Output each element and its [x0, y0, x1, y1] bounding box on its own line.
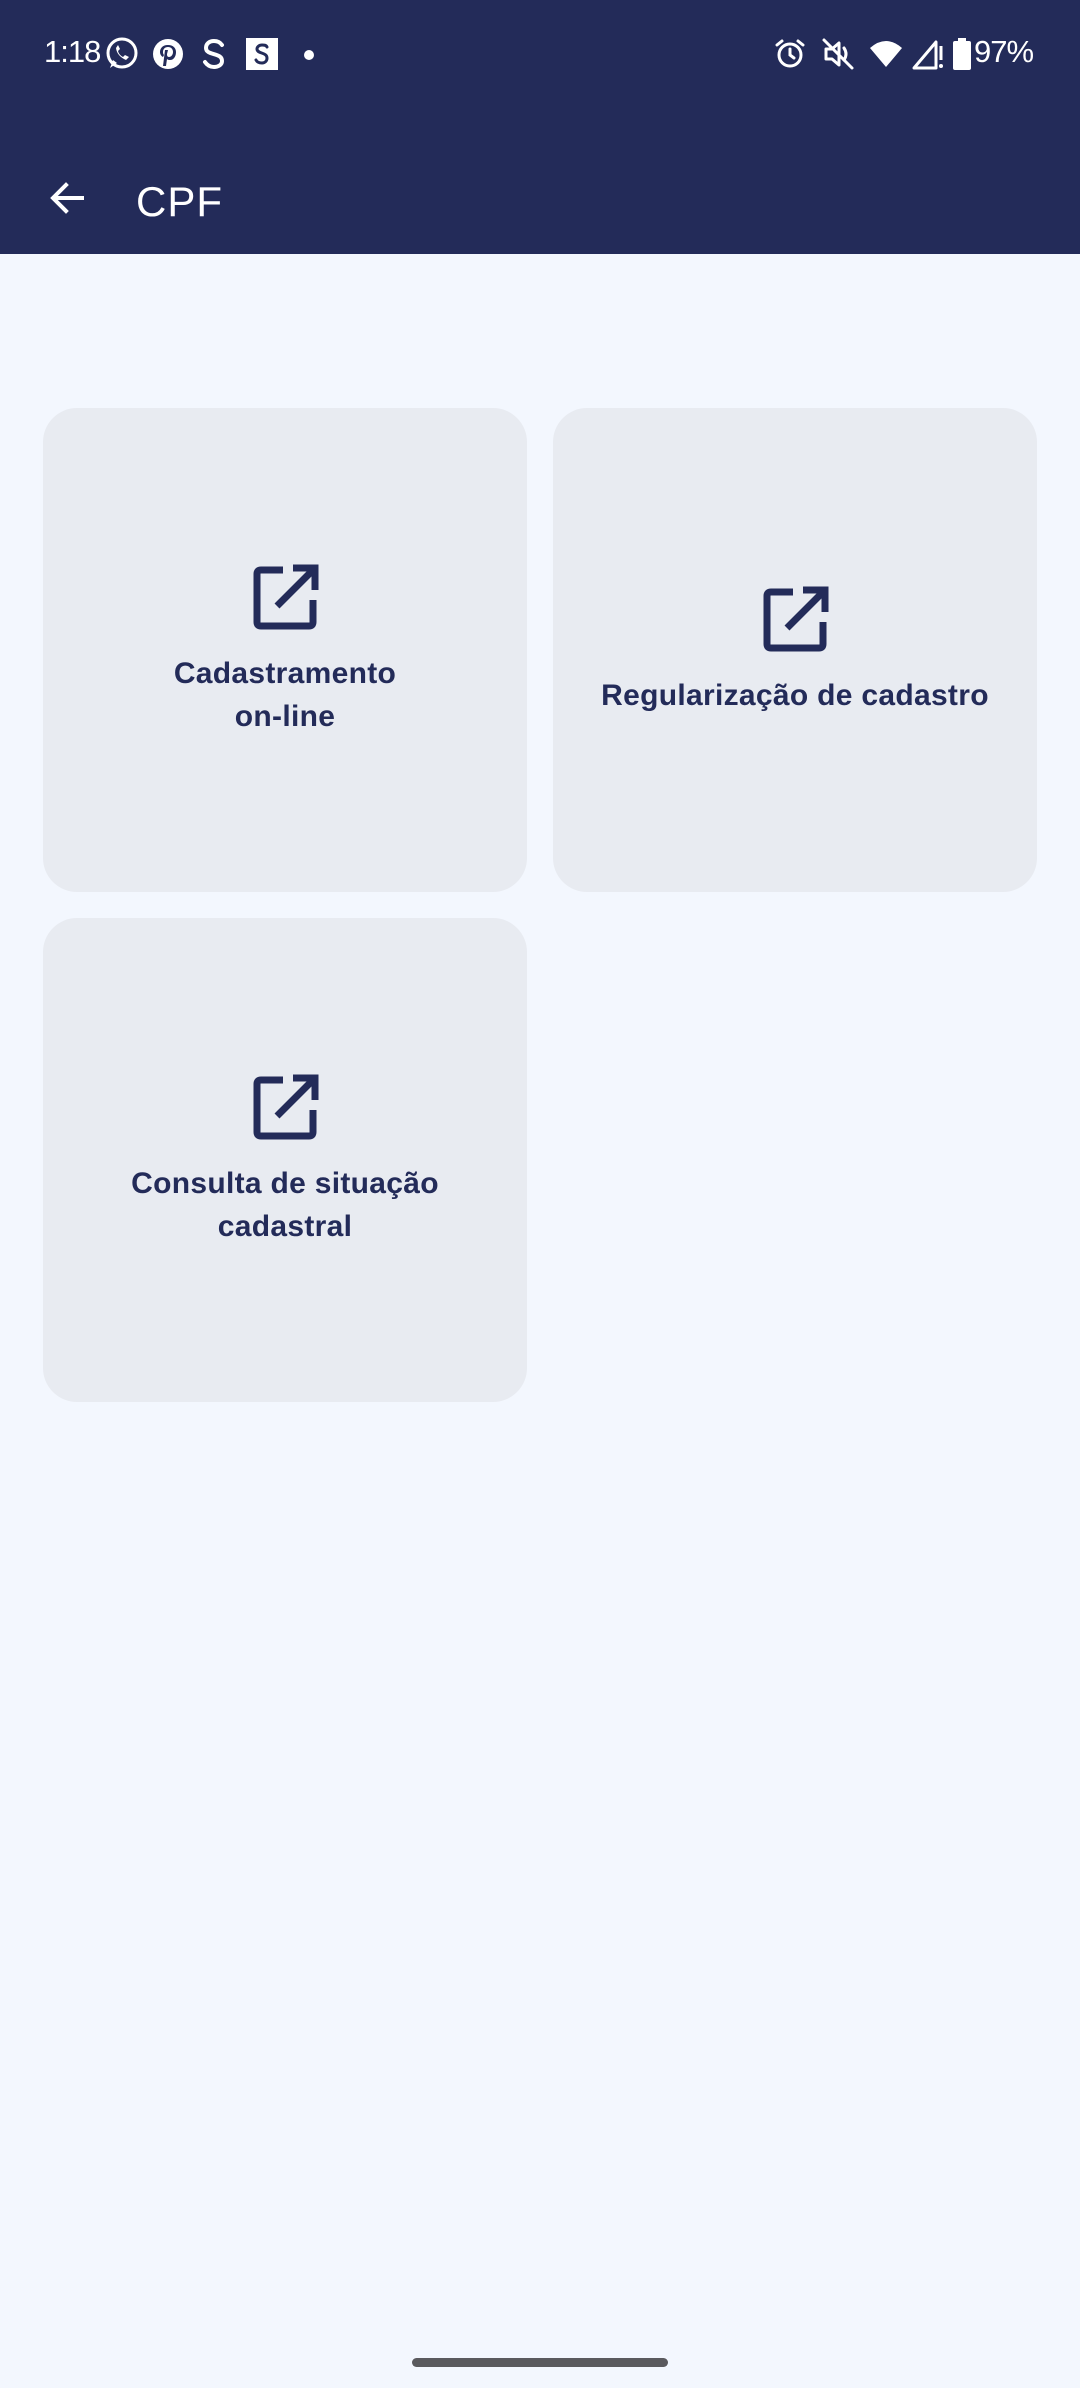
s-square-icon: [246, 38, 278, 70]
card-label: Consulta de situação cadastral: [131, 1167, 439, 1243]
whatsapp-icon: [106, 37, 138, 69]
status-bar: 1:18 97%: [0, 0, 1080, 110]
arrow-back-icon: [50, 182, 84, 214]
status-time: 1:18: [44, 34, 101, 69]
notification-dot: [304, 50, 314, 60]
signal-icon: [912, 40, 943, 70]
page-title: CPF: [136, 178, 223, 225]
home-indicator[interactable]: [412, 2358, 668, 2367]
open-external-icon: [763, 586, 829, 651]
vibrate-off-icon: [822, 38, 854, 70]
open-external-icon: [253, 564, 319, 630]
battery-percentage: 97%: [974, 34, 1034, 69]
battery-icon: [953, 38, 971, 70]
pinterest-icon: [153, 39, 183, 69]
open-external-icon: [253, 1074, 319, 1140]
alarm-icon: [775, 39, 805, 68]
top-header: 1:18 97% CPF: [0, 0, 1080, 254]
card-consulta-situacao-cadastral[interactable]: Consulta de situação cadastral: [43, 918, 527, 1402]
card-label: Regularização de cadastro: [601, 678, 989, 712]
back-button[interactable]: [38, 168, 98, 228]
wifi-icon: [870, 41, 902, 67]
app-bar: CPF: [0, 160, 1080, 250]
card-label: Cadastramento on-line: [173, 657, 397, 733]
card-cadastramento-online[interactable]: Cadastramento on-line: [43, 408, 527, 892]
card-regularizacao-de-cadastro[interactable]: Regularização de cadastro: [553, 408, 1037, 892]
s-app-icon: [203, 38, 225, 70]
